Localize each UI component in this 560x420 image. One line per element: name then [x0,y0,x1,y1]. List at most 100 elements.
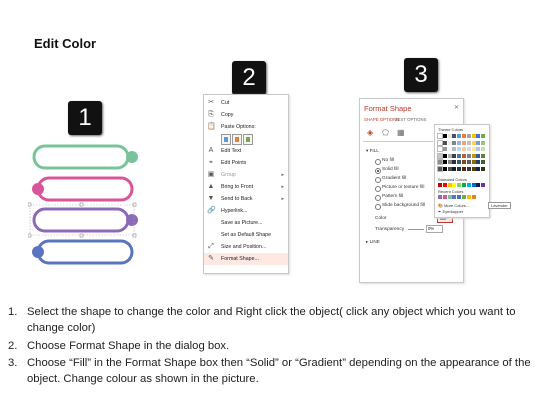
fill-option-radio[interactable] [375,186,381,192]
tab-shape-options[interactable]: SHAPE OPTIONS [364,117,399,122]
more-colors-option[interactable]: 🎨 More Colors... [438,203,469,208]
close-icon[interactable]: ✕ [454,104,459,111]
standard-color-swatch[interactable] [447,183,452,187]
standard-color-swatch[interactable] [466,183,471,187]
paste-option-icon[interactable] [232,134,242,145]
theme-color-swatch[interactable] [442,147,447,151]
line-section-header[interactable]: ▸ LINE [366,239,380,245]
theme-color-swatch[interactable] [442,153,447,158]
theme-color-swatch[interactable] [452,166,457,171]
fill-option-radio[interactable] [375,204,381,210]
fill-option-radio[interactable] [375,159,381,165]
menu-item[interactable]: ▼ Send to Back ▸ [204,193,288,205]
theme-color-swatch[interactable] [476,140,481,145]
recent-color-swatch[interactable] [462,195,466,199]
theme-color-swatch[interactable] [481,160,486,164]
standard-color-swatch[interactable] [457,183,462,187]
recent-color-swatch[interactable] [466,195,471,199]
theme-color-swatch[interactable] [452,140,457,145]
theme-color-swatch[interactable] [452,134,457,138]
theme-color-swatch[interactable] [442,166,447,171]
theme-color-swatch[interactable] [471,147,476,151]
theme-color-swatch[interactable] [457,134,462,138]
standard-color-swatch[interactable] [452,183,457,187]
theme-color-swatch[interactable] [452,160,457,164]
theme-color-swatch[interactable] [452,147,457,151]
standard-color-swatch[interactable] [462,183,466,187]
standard-color-swatch[interactable] [476,183,481,187]
theme-color-swatch[interactable] [447,160,452,164]
theme-color-swatch[interactable] [476,147,481,151]
theme-color-swatch[interactable] [462,140,466,145]
theme-color-swatch[interactable] [481,166,486,171]
theme-color-swatch[interactable] [471,134,476,138]
shape-green[interactable] [32,144,138,170]
menu-item[interactable]: ✎ Format Shape... [204,253,288,265]
theme-color-swatch[interactable] [466,140,471,145]
theme-color-swatch[interactable] [447,166,452,171]
menu-item[interactable]: ▣ Group ▸ [204,169,288,181]
fill-option-radio[interactable] [375,177,381,183]
menu-item[interactable]: ⌖ Edit Points [204,157,288,169]
theme-color-swatch[interactable] [447,134,452,138]
theme-color-swatch[interactable] [437,146,443,152]
theme-color-swatch[interactable] [466,153,471,158]
theme-color-swatch[interactable] [466,147,471,151]
theme-color-swatch[interactable] [471,140,476,145]
theme-color-swatch[interactable] [476,166,481,171]
theme-color-swatch[interactable] [466,166,471,171]
theme-color-swatch[interactable] [447,147,452,151]
theme-color-swatch[interactable] [437,139,443,146]
size-properties-icon[interactable]: ▦ [397,128,405,137]
theme-color-swatch[interactable] [462,147,466,151]
theme-color-swatch[interactable] [462,153,466,158]
theme-color-swatch[interactable] [457,153,462,158]
theme-color-swatch[interactable] [442,160,447,164]
theme-color-swatch[interactable] [476,153,481,158]
recent-color-swatch[interactable] [452,195,457,199]
paste-option-icon[interactable] [243,134,253,145]
theme-color-swatch[interactable] [462,160,466,164]
theme-color-swatch[interactable] [442,134,447,138]
menu-item[interactable]: 🔗 Hyperlink... [204,205,288,217]
theme-color-swatch[interactable] [481,140,486,145]
standard-color-swatch[interactable] [471,183,476,187]
theme-color-swatch[interactable] [476,160,481,164]
theme-color-swatch[interactable] [481,147,486,151]
tab-text-options[interactable]: TEXT OPTIONS [395,117,426,122]
eyedropper-option[interactable]: ✒ Eyedropper [438,209,463,214]
theme-color-swatch[interactable] [471,166,476,171]
menu-item[interactable]: ✂ Cut [204,97,288,109]
theme-color-swatch[interactable] [466,160,471,164]
fill-section-header[interactable]: ▾ FILL [366,148,379,154]
theme-color-swatch[interactable] [481,153,486,158]
fill-option-radio[interactable] [375,168,381,174]
transparency-input[interactable]: 0% [426,225,443,233]
transparency-slider[interactable] [408,229,424,230]
menu-item[interactable]: ⤢ Size and Position... [204,241,288,253]
theme-color-swatch[interactable] [462,134,466,138]
recent-color-swatch[interactable] [471,195,476,199]
theme-color-swatch[interactable] [471,153,476,158]
standard-color-swatch[interactable] [481,183,486,187]
theme-color-swatch[interactable] [442,140,447,145]
recent-color-swatch[interactable] [442,195,447,199]
recent-color-swatch[interactable] [447,195,452,199]
theme-color-swatch[interactable] [437,152,443,159]
menu-item[interactable]: Set as Default Shape [204,229,288,241]
shape-pink[interactable] [32,176,134,202]
theme-color-swatch[interactable] [447,140,452,145]
fill-option-radio[interactable] [375,195,381,201]
theme-color-swatch[interactable] [452,153,457,158]
menu-item[interactable]: A Edit Text [204,145,288,157]
theme-color-swatch[interactable] [447,153,452,158]
theme-color-swatch[interactable] [476,134,481,138]
shape-purple[interactable] [28,202,138,238]
theme-color-swatch[interactable] [471,160,476,164]
theme-color-swatch[interactable] [457,166,462,171]
theme-color-swatch[interactable] [466,134,471,138]
theme-color-swatch[interactable] [457,147,462,151]
standard-color-swatch[interactable] [438,183,442,187]
theme-color-swatch[interactable] [437,133,443,139]
paste-options-row[interactable] [204,133,288,145]
